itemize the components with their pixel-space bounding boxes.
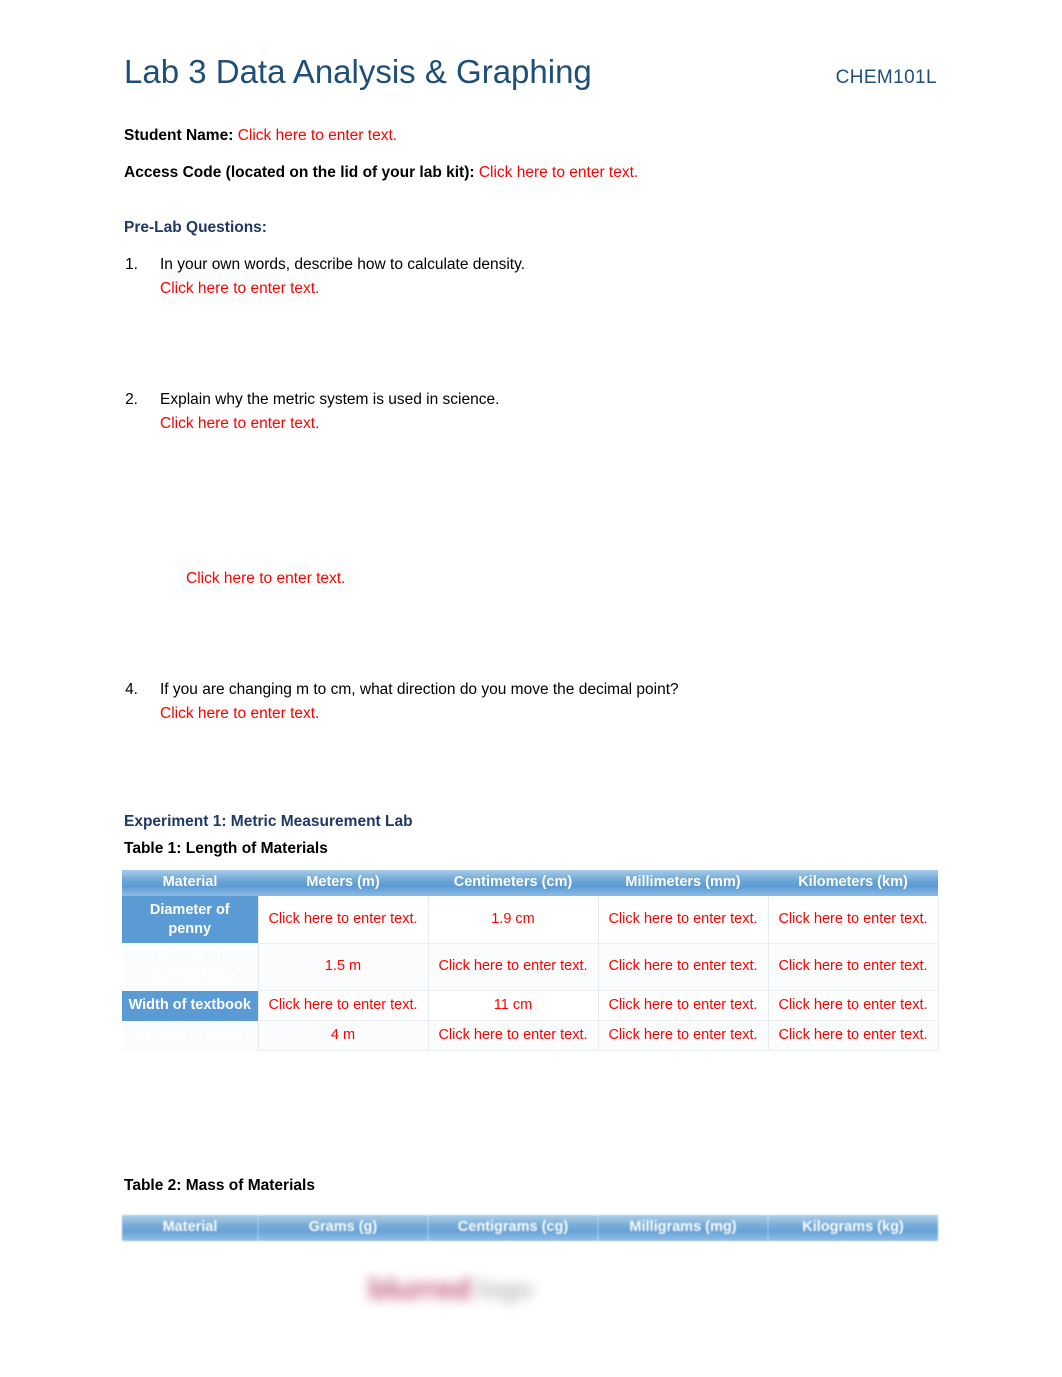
question-4-answer-input[interactable]: Click here to enter text.	[160, 703, 954, 725]
table-1-row-1-meters[interactable]: Click here to enter text.	[257, 896, 429, 944]
table-1-row-1-kilometers[interactable]: Click here to enter text.	[767, 896, 939, 944]
table-1-row-4-millimeters[interactable]: Click here to enter text.	[597, 1020, 769, 1052]
table-2-mass-of-materials: Material Grams (g) Centigrams (cg) Milli…	[122, 1215, 938, 1292]
question-1-number: 1.	[125, 256, 138, 273]
table-2-row-1-kilograms[interactable]	[768, 1241, 938, 1292]
table-2-row-1-material[interactable]	[122, 1241, 258, 1292]
question-2-number: 2.	[125, 391, 138, 408]
question-1-answer-input[interactable]: Click here to enter text.	[160, 278, 954, 300]
table-1-row-1-centimeters[interactable]: 1.9 cm	[427, 896, 599, 944]
table-1-header-meters: Meters (m)	[258, 870, 428, 897]
table-2-header-material: Material	[122, 1215, 258, 1242]
table-2-header-grams: Grams (g)	[258, 1215, 428, 1242]
table-1-row-3-millimeters[interactable]: Click here to enter text.	[597, 990, 769, 1022]
question-2-answer-input[interactable]: Click here to enter text.	[160, 413, 954, 435]
table-1-header-row: Material Meters (m) Centimeters (cm) Mil…	[122, 870, 938, 897]
table-2-row-1-grams[interactable]	[258, 1241, 428, 1292]
table-1-header-millimeters: Millimeters (mm)	[598, 870, 768, 897]
table-1-row-3-kilometers[interactable]: Click here to enter text.	[767, 990, 939, 1022]
course-code: CHEM101L	[835, 67, 937, 88]
table-1-row-1-millimeters[interactable]: Click here to enter text.	[597, 896, 769, 944]
table-1-row-2-centimeters[interactable]: Click here to enter text.	[427, 943, 599, 992]
table-1-row-3-material: Width of textbook	[122, 990, 258, 1021]
document-page: Lab 3 Data Analysis & Graphing CHEM101L …	[0, 0, 1062, 1377]
table-1-row-2-material: Height of counter/table	[122, 943, 258, 991]
question-3-answer-input[interactable]: Click here to enter text.	[186, 568, 345, 590]
table-1-row-4-meters[interactable]: 4 m	[257, 1020, 429, 1052]
question-2-text: Explain why the metric system is used in…	[160, 391, 500, 408]
student-name-input[interactable]: Click here to enter text.	[238, 127, 397, 144]
table-1-caption: Table 1: Length of Materials	[124, 840, 328, 857]
table-row: Diameter of penny Click here to enter te…	[122, 896, 939, 944]
table-row	[122, 1241, 938, 1292]
table-1-row-4-centimeters[interactable]: Click here to enter text.	[427, 1020, 599, 1052]
table-2-header-row: Material Grams (g) Centigrams (cg) Milli…	[122, 1215, 938, 1242]
table-1-row-4-kilometers[interactable]: Click here to enter text.	[767, 1020, 939, 1052]
prelab-question-4: 4. If you are changing m to cm, what dir…	[124, 679, 954, 726]
question-4-number: 4.	[125, 681, 138, 698]
table-1-row-2-kilometers[interactable]: Click here to enter text.	[767, 943, 939, 992]
student-name-field: Student Name: Click here to enter text.	[124, 126, 397, 147]
question-1-text: In your own words, describe how to calcu…	[160, 256, 526, 273]
table-2-header-centigrams: Centigrams (cg)	[428, 1215, 598, 1242]
table-1-row-3-meters[interactable]: Click here to enter text.	[257, 990, 429, 1022]
prelab-questions-heading: Pre-Lab Questions:	[124, 219, 267, 236]
table-1-header-centimeters: Centimeters (cm)	[428, 870, 598, 897]
student-name-label: Student Name:	[124, 127, 234, 144]
prelab-question-1: 1. In your own words, describe how to ca…	[124, 254, 954, 301]
table-row: Width of textbook Click here to enter te…	[122, 990, 939, 1022]
table-2-row-1-milligrams[interactable]	[598, 1241, 768, 1292]
table-1-row-2-millimeters[interactable]: Click here to enter text.	[597, 943, 769, 992]
table-2-header-kilograms: Kilograms (kg)	[768, 1215, 938, 1242]
table-1-row-4-material: Length of room	[122, 1020, 258, 1051]
table-row: Length of room 4 m Click here to enter t…	[122, 1020, 939, 1052]
table-1-row-3-centimeters[interactable]: 11 cm	[427, 990, 599, 1022]
page-title: Lab 3 Data Analysis & Graphing	[124, 53, 592, 90]
table-row: Height of counter/table 1.5 m Click here…	[122, 943, 939, 992]
table-2-row-1-centigrams[interactable]	[428, 1241, 598, 1292]
access-code-input[interactable]: Click here to enter text.	[479, 164, 638, 181]
prelab-question-2: 2. Explain why the metric system is used…	[124, 389, 954, 436]
table-2-header-milligrams: Milligrams (mg)	[598, 1215, 768, 1242]
table-1-header-kilometers: Kilometers (km)	[768, 870, 938, 897]
table-1-row-2-meters[interactable]: 1.5 m	[257, 943, 429, 992]
experiment-1-heading: Experiment 1: Metric Measurement Lab	[124, 813, 413, 830]
access-code-label: Access Code (located on the lid of your …	[124, 164, 475, 181]
table-1-length-of-materials: Material Meters (m) Centimeters (cm) Mil…	[122, 870, 939, 1052]
access-code-field: Access Code (located on the lid of your …	[124, 163, 638, 184]
question-4-text: If you are changing m to cm, what direct…	[160, 681, 679, 698]
document-header: Lab 3 Data Analysis & Graphing CHEM101L	[124, 53, 940, 90]
table-2-caption: Table 2: Mass of Materials	[124, 1177, 315, 1194]
table-1-header-material: Material	[122, 870, 258, 897]
table-1-row-1-material: Diameter of penny	[122, 896, 258, 944]
